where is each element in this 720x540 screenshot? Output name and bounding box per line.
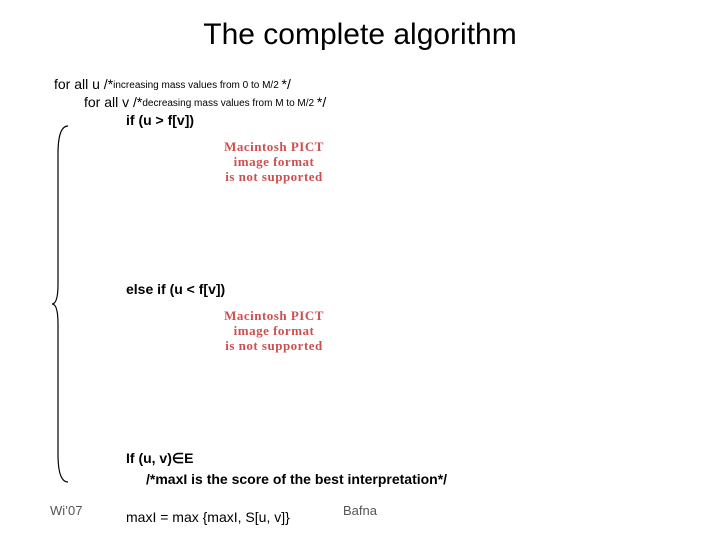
algorithm-body: for all u /*increasing mass values from … [54, 76, 720, 525]
line2-prefix: for all v /* [84, 94, 142, 110]
pict2-line2: image format [174, 324, 374, 339]
line2-comment: decreasing mass values from M to M/2 [142, 98, 317, 109]
pict1-line1: Macintosh PICT [174, 140, 374, 155]
line1-suffix: */ [282, 76, 291, 92]
maxi-comment: /*maxI is the score of the best interpre… [146, 471, 720, 487]
if-condition: if (u > f[v]) [126, 112, 720, 128]
footer-center: Bafna [0, 503, 720, 518]
pict-placeholder-1: Macintosh PICT image format is not suppo… [174, 140, 374, 185]
pict1-line2: image format [174, 155, 374, 170]
if-edge-condition: If (u, v)∈E [126, 450, 720, 467]
pict-placeholder-2: Macintosh PICT image format is not suppo… [174, 309, 374, 354]
pict2-line1: Macintosh PICT [174, 309, 374, 324]
for-all-v-line: for all v /*decreasing mass values from … [84, 94, 720, 110]
slide-title: The complete algorithm [0, 0, 720, 76]
line1-prefix: for all u /* [54, 76, 113, 92]
pict1-line3: is not supported [174, 170, 374, 185]
line1-comment: increasing mass values from 0 to M/2 [113, 80, 281, 91]
for-all-u-line: for all u /*increasing mass values from … [54, 76, 720, 92]
line2-suffix: */ [317, 94, 326, 110]
pict2-line3: is not supported [174, 339, 374, 354]
else-if-condition: else if (u < f[v]) [126, 281, 720, 297]
